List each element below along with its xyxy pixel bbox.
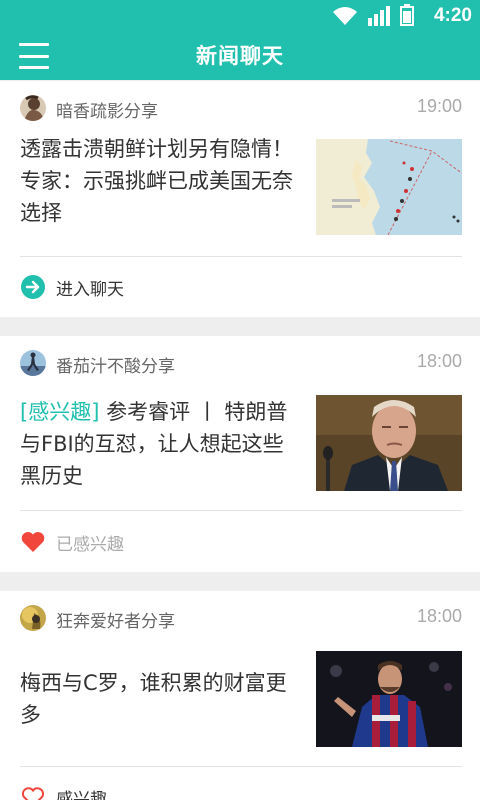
battery-icon: [400, 4, 414, 26]
news-title[interactable]: 透露击溃朝鲜计划另有隐情！专家：示强挑衅已成美国无奈选择: [20, 133, 298, 229]
interest-button[interactable]: 感兴趣: [20, 784, 107, 800]
app-bar: 新闻聊天: [0, 32, 480, 80]
share-source: 狂奔爱好者分享: [56, 612, 175, 632]
news-title[interactable]: [感兴趣] 参考睿评 丨 特朗普与FBI的互怼，让人想起这些黑历史: [20, 396, 298, 492]
heart-filled-icon: [21, 532, 45, 552]
divider: [20, 766, 462, 767]
post-time: 18:00: [416, 351, 462, 371]
share-source: 番茄汁不酸分享: [56, 357, 175, 377]
avatar: [20, 605, 46, 631]
share-source: 暗香疏影分享: [56, 102, 158, 122]
news-card[interactable]: 狂奔爱好者分享 18:00 梅西与C罗，谁积累的财富更多 感兴趣: [0, 591, 480, 800]
status-icons: [332, 4, 414, 26]
news-thumbnail[interactable]: [316, 395, 462, 491]
avatar: [20, 95, 46, 121]
interested-button[interactable]: 已感兴趣: [20, 529, 124, 555]
card-header: 暗香疏影分享 19:00: [20, 95, 462, 123]
signal-icon: [368, 6, 390, 26]
news-card[interactable]: 番茄汁不酸分享 18:00 [感兴趣] 参考睿评 丨 特朗普与FBI的互怼，让人…: [0, 336, 480, 572]
post-time: 18:00: [416, 606, 462, 626]
news-title[interactable]: 梅西与C罗，谁积累的财富更多: [20, 667, 298, 731]
news-title-text: 透露击溃朝鲜计划另有隐情！专家：示强挑衅已成美国无奈选择: [20, 137, 293, 225]
enter-chat-label: 进入聊天: [56, 279, 124, 300]
heart-outline-icon: [21, 787, 45, 800]
card-header: 番茄汁不酸分享 18:00: [20, 350, 462, 378]
avatar: [20, 350, 46, 376]
divider: [20, 510, 462, 511]
status-bar: 4:20: [0, 0, 480, 32]
card-header: 狂奔爱好者分享 18:00: [20, 605, 462, 633]
page-title: 新闻聊天: [196, 44, 284, 68]
news-title-text: 梅西与C罗，谁积累的财富更多: [20, 671, 287, 727]
divider: [20, 256, 462, 257]
interest-label: 感兴趣: [56, 789, 107, 800]
arrow-right-circle-icon: [21, 275, 45, 299]
news-thumbnail[interactable]: [316, 139, 462, 235]
wifi-icon: [333, 7, 357, 25]
status-time: 4:20: [433, 5, 472, 26]
news-thumbnail[interactable]: [316, 651, 462, 747]
news-card[interactable]: 暗香疏影分享 19:00 透露击溃朝鲜计划另有隐情！专家：示强挑衅已成美国无奈选…: [0, 81, 480, 317]
interested-label: 已感兴趣: [56, 534, 124, 555]
post-time: 19:00: [416, 96, 462, 116]
enter-chat-button[interactable]: 进入聊天: [20, 274, 124, 300]
interest-tag: [感兴趣]: [20, 400, 100, 424]
